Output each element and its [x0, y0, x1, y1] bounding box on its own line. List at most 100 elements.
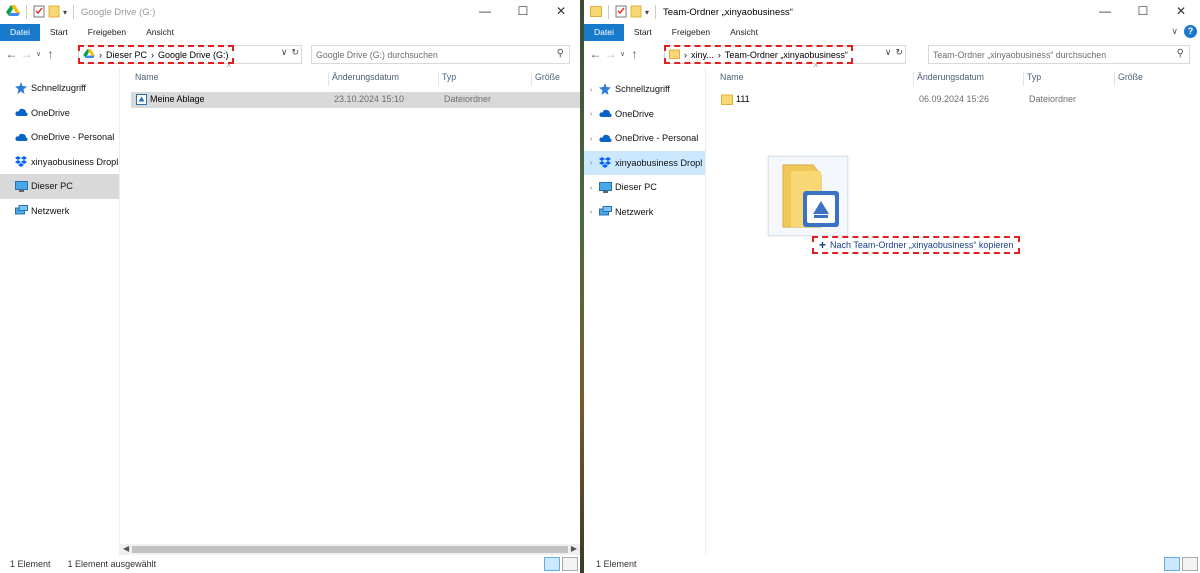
large-icons-view-icon[interactable]: [1182, 557, 1198, 571]
up-arrow-icon[interactable]: ↑: [627, 47, 642, 61]
sort-up-icon: ^: [814, 63, 818, 72]
nav-item-quick-access[interactable]: › Schnellzugriff: [584, 77, 705, 102]
nav-item-dropbox[interactable]: › xinyaobusiness Dropl: [584, 150, 705, 175]
qat-dropdown-icon[interactable]: ▾: [63, 8, 67, 17]
toolbar-separator: [73, 5, 75, 19]
expand-chevron-icon[interactable]: ›: [584, 134, 598, 143]
tab-start[interactable]: Start: [624, 24, 662, 41]
address-controls: ∨ ↻: [281, 47, 299, 58]
search-placeholder: Team-Ordner „xinyaobusiness“ durchsuchen: [933, 49, 1107, 60]
forward-arrow-icon[interactable]: →: [603, 47, 618, 61]
expand-chevron-icon[interactable]: ›: [584, 85, 598, 94]
address-dropdown-icon[interactable]: ∨: [281, 47, 288, 58]
maximize-button[interactable]: ☐: [1124, 0, 1162, 24]
folder-icon: [590, 5, 602, 19]
tab-share[interactable]: Freigeben: [662, 24, 720, 41]
explorer-window-google-drive: ▾ Google Drive (G:) — ☐ ✕ Datei Start Fr…: [0, 0, 580, 573]
nav-item-this-pc[interactable]: › Dieser PC: [584, 175, 705, 200]
nav-item-onedrive[interactable]: › OneDrive: [584, 102, 705, 127]
minimize-button[interactable]: —: [466, 0, 504, 24]
up-arrow-icon[interactable]: ↑: [43, 47, 58, 61]
recent-locations-chevron-icon[interactable]: ∨: [34, 50, 43, 58]
forward-arrow-icon[interactable]: →: [19, 47, 34, 61]
folder-icon: [721, 94, 733, 107]
window-title: Team-Ordner „xinyaobusiness“: [663, 6, 793, 18]
scroll-left-icon[interactable]: ◀: [123, 544, 129, 553]
new-folder-icon[interactable]: [630, 5, 642, 20]
large-icons-view-icon[interactable]: [562, 557, 578, 571]
scroll-right-icon[interactable]: ▶: [571, 544, 577, 553]
details-view-icon[interactable]: [1164, 557, 1180, 571]
column-size[interactable]: Größe: [1114, 72, 1143, 86]
drag-preview: [768, 156, 848, 236]
tab-share[interactable]: Freigeben: [78, 24, 136, 41]
close-button[interactable]: ✕: [1162, 0, 1200, 24]
maximize-button[interactable]: ☐: [504, 0, 542, 24]
tab-view[interactable]: Ansicht: [720, 24, 768, 41]
expand-chevron-icon[interactable]: ›: [584, 109, 598, 118]
column-header: ^ Name Änderungsdatum Typ Größe: [131, 63, 580, 87]
address-bar[interactable]: › Dieser PC › Google Drive (G:) ∨ ↻: [78, 45, 302, 64]
nav-item-this-pc[interactable]: Dieser PC: [0, 174, 119, 199]
column-name[interactable]: Name: [132, 72, 158, 86]
nav-item-network[interactable]: Netzwerk: [0, 199, 119, 224]
nav-label: Dieser PC: [31, 181, 73, 192]
table-row[interactable]: Meine Ablage 23.10.2024 15:10 Dateiordne…: [131, 92, 580, 108]
view-switcher: [1164, 557, 1198, 571]
column-size[interactable]: Größe: [531, 72, 560, 86]
recent-locations-chevron-icon[interactable]: ∨: [618, 50, 627, 58]
nav-label: xinyaobusiness Dropl: [615, 157, 703, 168]
row-name: 111: [736, 94, 750, 104]
navigation-buttons: ← → ∨ ↑: [588, 43, 642, 65]
nav-label: Netzwerk: [615, 206, 654, 217]
nav-item-onedrive-personal[interactable]: OneDrive - Personal: [0, 125, 119, 150]
qat-dropdown-icon[interactable]: ▾: [645, 8, 649, 17]
expand-chevron-icon[interactable]: ›: [584, 158, 598, 167]
horizontal-scrollbar[interactable]: ◀ ▶: [120, 544, 580, 555]
breadcrumb-item[interactable]: xiny...: [691, 50, 714, 60]
breadcrumb-item[interactable]: Google Drive (G:): [158, 50, 229, 60]
search-input[interactable]: Team-Ordner „xinyaobusiness“ durchsuchen…: [928, 45, 1190, 64]
nav-item-onedrive[interactable]: OneDrive: [0, 101, 119, 126]
column-name[interactable]: Name: [717, 72, 743, 86]
expand-chevron-icon[interactable]: ›: [584, 207, 598, 216]
breadcrumb-separator-icon: ›: [717, 49, 721, 60]
nav-item-quick-access[interactable]: Schnellzugriff: [0, 76, 119, 101]
breadcrumb-item[interactable]: Team-Ordner „xinyaobusiness“: [725, 50, 848, 60]
window-title: Google Drive (G:): [81, 6, 156, 18]
column-date[interactable]: Änderungsdatum: [913, 72, 984, 86]
title-bar: ▾ Google Drive (G:) — ☐ ✕: [0, 0, 580, 24]
cloud-icon: [14, 131, 28, 143]
refresh-icon[interactable]: ↻: [895, 47, 903, 58]
details-view-icon[interactable]: [544, 557, 560, 571]
scrollbar-thumb[interactable]: [132, 546, 568, 553]
nav-item-dropbox[interactable]: xinyaobusiness Dropl: [0, 150, 119, 175]
expand-chevron-icon[interactable]: ›: [584, 183, 598, 192]
nav-item-network[interactable]: › Netzwerk: [584, 200, 705, 225]
tab-file[interactable]: Datei: [0, 24, 40, 41]
properties-icon[interactable]: [33, 5, 45, 20]
help-icon[interactable]: ?: [1184, 25, 1197, 38]
ribbon-expand-icon[interactable]: ∨: [1171, 26, 1178, 37]
refresh-icon[interactable]: ↻: [291, 47, 299, 58]
monitor-icon: [14, 180, 28, 192]
back-arrow-icon[interactable]: ←: [4, 47, 19, 61]
tab-file[interactable]: Datei: [584, 24, 624, 41]
close-button[interactable]: ✕: [542, 0, 580, 24]
search-input[interactable]: Google Drive (G:) durchsuchen ⚲: [311, 45, 570, 64]
breadcrumb: › xiny... › Team-Ordner „xinyaobusiness“: [664, 45, 853, 64]
column-date[interactable]: Änderungsdatum: [328, 72, 399, 86]
table-row[interactable]: 111 06.09.2024 15:26 Dateiordner: [716, 92, 1196, 108]
breadcrumb-item[interactable]: Dieser PC: [106, 50, 147, 60]
tab-view[interactable]: Ansicht: [136, 24, 184, 41]
new-folder-icon[interactable]: [48, 5, 60, 20]
column-type[interactable]: Typ: [1023, 72, 1041, 86]
properties-icon[interactable]: [615, 5, 627, 20]
address-bar[interactable]: › xiny... › Team-Ordner „xinyaobusiness“…: [664, 45, 906, 64]
minimize-button[interactable]: —: [1086, 0, 1124, 24]
column-type[interactable]: Typ: [438, 72, 456, 86]
back-arrow-icon[interactable]: ←: [588, 47, 603, 61]
nav-item-onedrive-personal[interactable]: › OneDrive - Personal: [584, 126, 705, 151]
tab-start[interactable]: Start: [40, 24, 78, 41]
address-dropdown-icon[interactable]: ∨: [885, 47, 892, 58]
